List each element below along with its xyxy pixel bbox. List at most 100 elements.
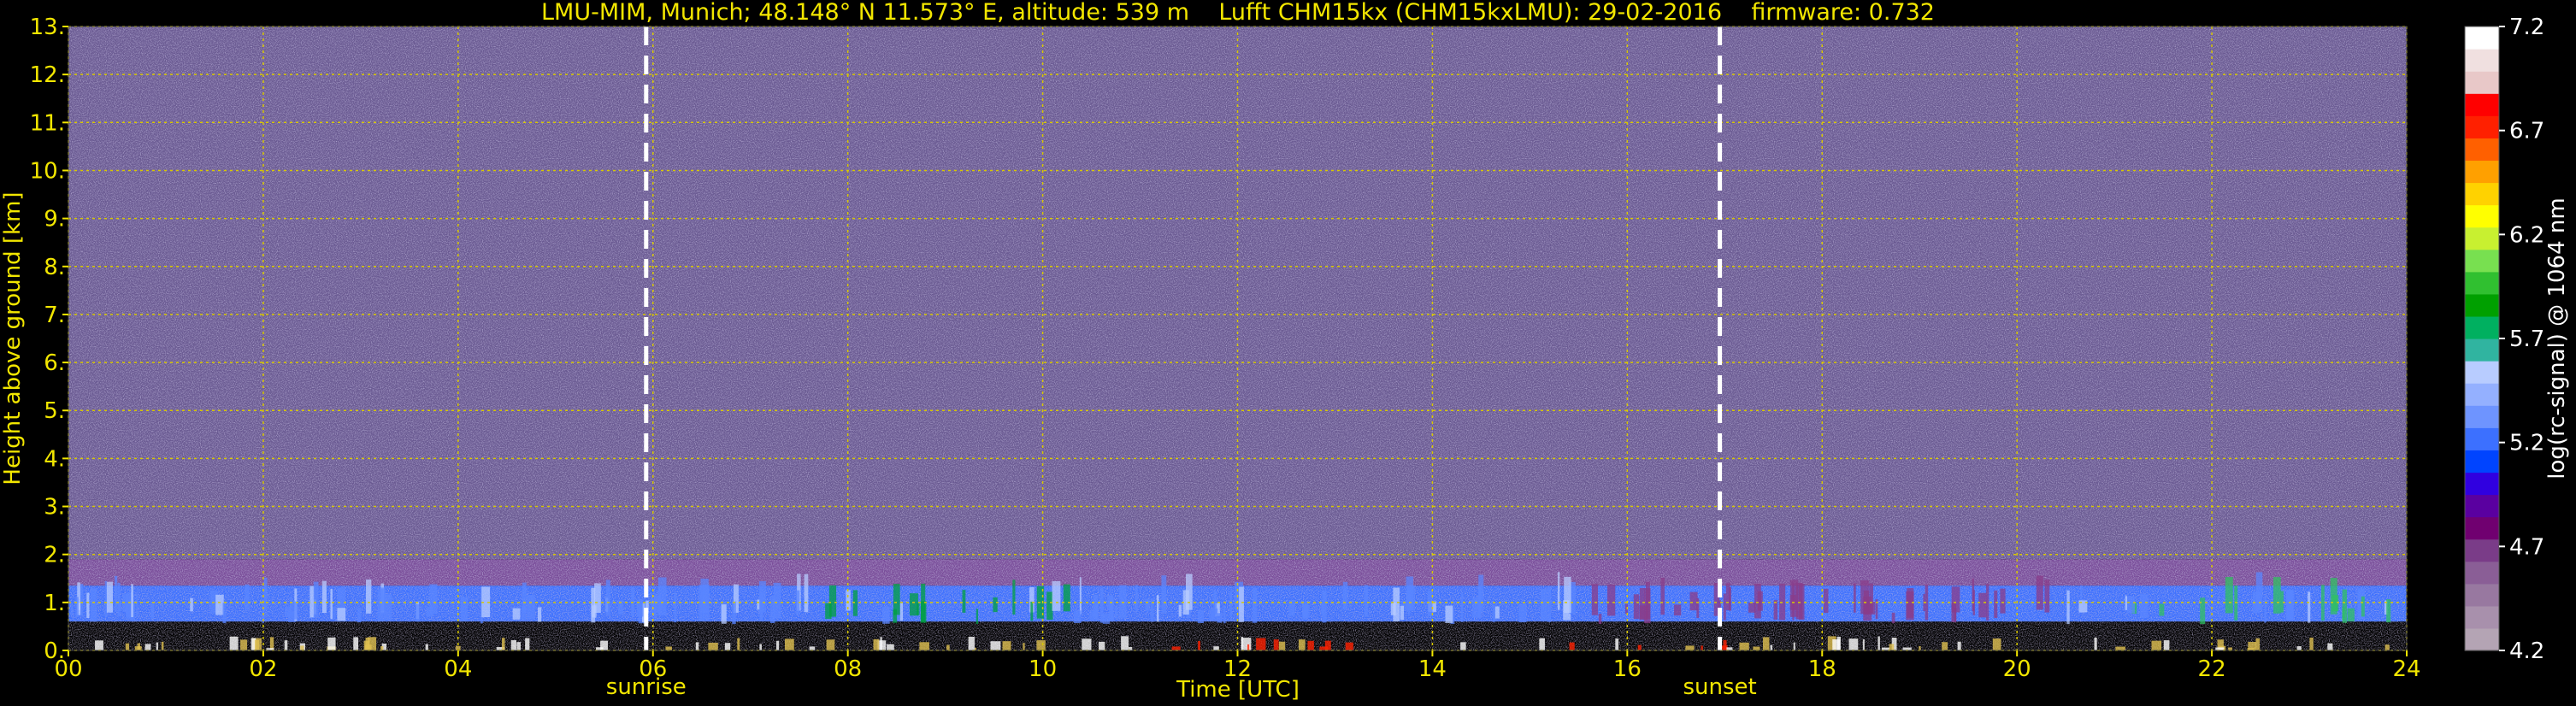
streak (631, 586, 635, 616)
streak (732, 601, 736, 625)
streak (2347, 608, 2355, 622)
y-tick-label: 8. (44, 255, 65, 280)
colorbar-step (2465, 160, 2499, 184)
streak (1197, 609, 1205, 623)
ground-signal (95, 640, 103, 650)
streak (70, 603, 74, 615)
streak (2285, 589, 2294, 620)
ceilometer-chart: LMU-MIM, Munich; 48.148° N 11.573° E, al… (0, 0, 2570, 703)
streak (962, 590, 966, 613)
x-tick-label: 14 (1418, 656, 1447, 682)
streak (1322, 590, 1327, 623)
ground-signal (1082, 638, 1092, 650)
ground-signal (516, 642, 522, 650)
colorbar-step (2465, 583, 2499, 607)
streak (136, 594, 139, 617)
streak (1302, 601, 1309, 617)
streak (1393, 587, 1400, 622)
ground-signal (1345, 642, 1353, 650)
x-tick-label: 08 (834, 656, 862, 682)
ground-signal (2255, 638, 2261, 650)
ground-signal (724, 643, 731, 650)
ground-signal (1036, 640, 1046, 650)
colorbar-step (2465, 249, 2499, 273)
ground-signal (1099, 641, 1105, 650)
colorbar-step (2465, 315, 2499, 339)
x-tick-label: 02 (249, 656, 277, 682)
chart-title: LMU-MIM, Munich; 48.148° N 11.573° E, al… (541, 0, 1935, 26)
streak (1239, 586, 1244, 622)
ground-signal (784, 638, 794, 650)
ground-signal (737, 638, 740, 650)
ground-signal (2094, 637, 2097, 650)
ground-signal (990, 641, 1001, 650)
ground-signal (759, 644, 762, 650)
streak (521, 606, 527, 621)
x-tick-label: 10 (1029, 656, 1057, 682)
streak (1557, 572, 1560, 610)
streak (605, 580, 610, 615)
ground-signal (1701, 645, 1703, 650)
y-tick-label: 0. (44, 638, 65, 664)
streak (1089, 609, 1096, 621)
sunset-label: sunset (1683, 674, 1756, 700)
streak (591, 587, 596, 623)
ground-signal (826, 639, 835, 650)
ground-signal (1739, 642, 1749, 650)
ground-signal (368, 637, 377, 650)
ground-signal (510, 640, 516, 650)
ground-signal (1307, 640, 1314, 650)
ground-signal (161, 641, 164, 650)
streak (86, 592, 90, 619)
streak (337, 608, 346, 621)
streak (80, 584, 84, 616)
streak (2200, 597, 2206, 625)
streak (383, 594, 392, 621)
ground-signal (1889, 644, 1895, 650)
ground-signal (1877, 636, 1880, 650)
colorbar-tick-label: 5.2 (2509, 431, 2544, 456)
streak (1798, 584, 1805, 620)
streak (1748, 602, 1756, 613)
streak (1972, 578, 1975, 611)
colorbar: 4.2 4.7 5.2 5.7 6.2 6.7 7.2 log(rc-signal) @ 1… (2464, 15, 2570, 664)
streak (1400, 605, 1405, 621)
streak (2342, 607, 2345, 621)
streak (1445, 605, 1453, 623)
streak (758, 580, 766, 613)
streak (1978, 592, 1987, 618)
ground-signal (525, 638, 530, 650)
ground-signal (425, 644, 428, 650)
streak (1342, 581, 1348, 610)
streak (674, 592, 677, 623)
streak (131, 584, 133, 617)
streak (1492, 604, 1495, 622)
colorbar-step (2465, 115, 2499, 138)
plot-area: sunrise sunset (68, 26, 2408, 700)
ground-signal (2151, 640, 2162, 650)
streak (2126, 596, 2135, 614)
ground-signal (2309, 637, 2314, 650)
streak (893, 584, 900, 615)
streak (1052, 580, 1061, 611)
streak (721, 604, 727, 624)
ground-signal (1298, 639, 1306, 650)
ground-signal (775, 640, 780, 650)
colorbar-step (2465, 293, 2499, 317)
streak (1178, 604, 1182, 617)
streak (1223, 605, 1226, 624)
streak (2044, 580, 2050, 613)
streak (2273, 577, 2281, 614)
streak (2308, 591, 2311, 623)
ground-signal (1256, 638, 1266, 650)
streak (1073, 610, 1082, 623)
ground-signal (708, 642, 718, 650)
ground-signal (1273, 639, 1279, 650)
colorbar-step (2465, 93, 2499, 116)
ground-signal (946, 644, 950, 650)
ground-signal (327, 637, 336, 650)
streak (1461, 592, 1464, 622)
streak (1252, 587, 1258, 623)
streak (1954, 608, 1957, 622)
streak (1095, 603, 1099, 621)
